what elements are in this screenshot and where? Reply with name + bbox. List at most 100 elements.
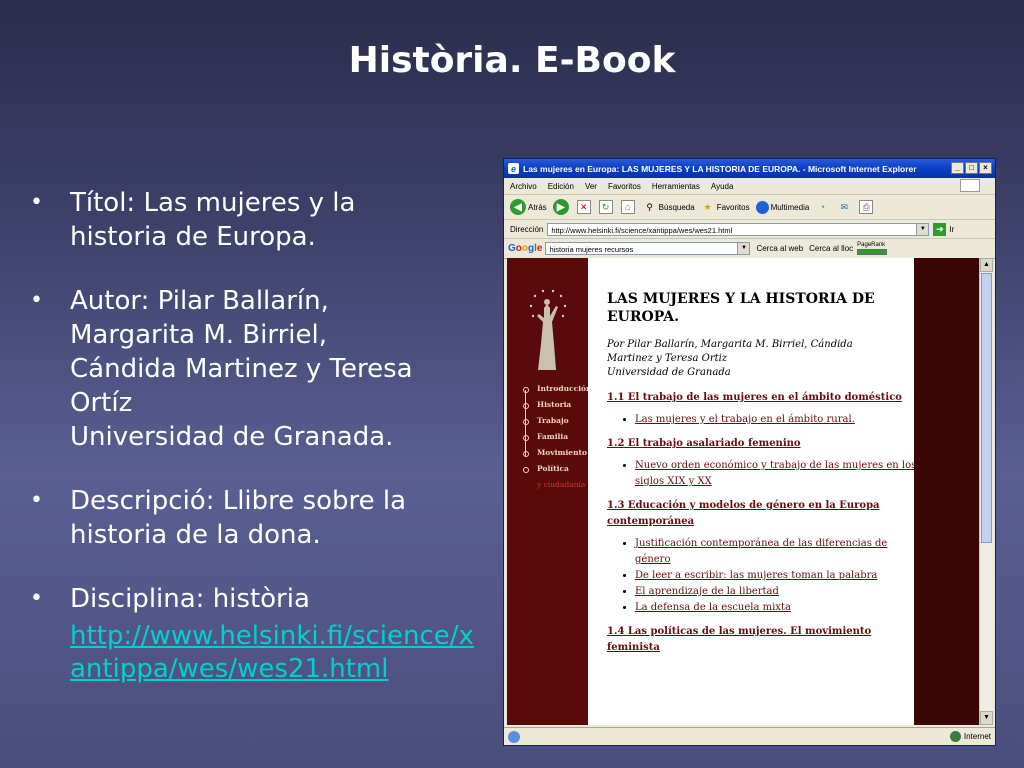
section-link[interactable]: 1.2 El trabajo asalariado femenino — [607, 436, 914, 452]
close-button[interactable]: × — [979, 162, 992, 174]
section-link[interactable]: 1.3 Educación y modelos de género en la … — [607, 498, 907, 530]
window-title: Las mujeres en Europa: LAS MUJERES Y LA … — [523, 163, 917, 174]
back-label: Atrás — [528, 202, 547, 212]
back-button[interactable]: ◀ Atrás — [510, 199, 547, 215]
statue-emblem-icon — [529, 289, 567, 370]
site-sidebar-nav: Introducción Historia Trabajo Familia Mo… — [521, 384, 592, 489]
section-items: Las mujeres y el trabajo en el ámbito ru… — [607, 412, 914, 428]
document-body: LAS MUJERES Y LA HISTORIA DE EUROPA. Por… — [588, 258, 917, 725]
chevron-down-icon[interactable]: ▼ — [737, 243, 750, 254]
search-label: Búsqueda — [658, 202, 695, 212]
article-link[interactable]: El aprendizaje de la libertad — [635, 584, 914, 600]
scroll-down-icon[interactable]: ▼ — [980, 711, 993, 725]
globe-icon — [949, 731, 961, 742]
article-link[interactable]: Justificación contemporánea de las difer… — [635, 536, 917, 568]
search-web-button[interactable]: Cerca al web — [756, 244, 803, 253]
address-bar: Dirección http://www.helsinki.fi/science… — [504, 220, 995, 239]
refresh-button[interactable]: ↻ — [598, 200, 615, 214]
menu-ayuda[interactable]: Ayuda — [711, 182, 734, 191]
favorites-label: Favoritos — [716, 202, 750, 212]
nav-familia[interactable]: Familia — [521, 432, 592, 448]
mail-button[interactable]: ✉ — [837, 200, 853, 214]
search-site-button[interactable]: Cerca al lloc — [809, 244, 853, 253]
bullet-description: • Descripció: Llibre sobre la historia d… — [28, 484, 478, 552]
google-logo[interactable]: Google — [508, 243, 542, 254]
bullet-line: Descripció: Llibre sobre la — [70, 486, 407, 516]
bullet-line: Autor: Pilar Ballarín, — [70, 286, 329, 316]
source-url-link[interactable]: http://www.helsinki.fi/science/xantippa/… — [28, 620, 480, 686]
search-web-label: Cerca al web — [756, 244, 804, 253]
vertical-scrollbar[interactable]: ▲ ▼ — [979, 258, 993, 725]
byline-line: Por Pilar Ballarín, Margarita M. Birriel… — [607, 339, 853, 350]
go-button[interactable]: ➔ Ir — [933, 222, 955, 236]
zone-label: Internet — [963, 732, 991, 741]
stop-icon: ✕ — [576, 200, 591, 214]
star-icon: ★ — [703, 201, 712, 212]
chevron-down-icon[interactable]: ▼ — [916, 223, 929, 235]
minimize-button[interactable]: _ — [951, 162, 964, 174]
scroll-thumb[interactable] — [981, 273, 992, 543]
bullet-line: Ortíz — [70, 388, 133, 418]
nav-introduccion[interactable]: Introducción — [521, 384, 592, 400]
right-margin-panel — [914, 258, 980, 725]
section-items: Justificación contemporánea de las difer… — [607, 536, 914, 616]
stop-button[interactable]: ✕ — [576, 200, 593, 214]
article-link[interactable]: De leer a escribir: las mujeres toman la… — [635, 568, 914, 584]
media-icon — [755, 200, 769, 214]
home-button[interactable]: ⌂ — [620, 200, 637, 214]
bullet-line: Títol: Las mujeres y la — [70, 188, 356, 218]
slide-title: Història. E-Book — [348, 40, 676, 81]
forward-button[interactable]: ▶ — [552, 199, 571, 215]
go-arrow-icon: ➔ — [933, 222, 947, 236]
multimedia-label: Multimedia — [770, 202, 810, 212]
history-button[interactable]: ◔ — [815, 200, 831, 214]
nav-ciudadania[interactable]: y ciudadanía — [521, 480, 592, 489]
search-button[interactable]: ⚲ Búsqueda — [643, 200, 695, 214]
page-status-icon — [508, 730, 520, 743]
mail-icon: ✉ — [840, 201, 849, 212]
ie-icon: e — [508, 163, 519, 174]
multimedia-button[interactable]: Multimedia — [755, 200, 810, 214]
nav-trabajo[interactable]: Trabajo — [521, 416, 592, 432]
home-icon: ⌂ — [620, 200, 635, 214]
page-content: Introducción Historia Trabajo Familia Mo… — [507, 258, 980, 725]
article-link[interactable]: La defensa de la escuela mixta — [635, 600, 914, 616]
bullet-discipline: • Disciplina: història — [28, 582, 478, 616]
pagerank-bar — [857, 249, 888, 255]
bullet-line: historia de la dona. — [70, 520, 321, 550]
address-input[interactable]: http://www.helsinki.fi/science/xantippa/… — [547, 222, 930, 236]
print-button[interactable]: ⎙ — [859, 200, 875, 214]
go-label: Ir — [949, 224, 955, 234]
forward-arrow-icon: ▶ — [552, 199, 569, 215]
section-link[interactable]: 1.4 Las políticas de las mujeres. El mov… — [607, 624, 907, 656]
nav-movimiento[interactable]: Movimiento — [521, 448, 592, 464]
pagerank-label: PageRank — [857, 242, 886, 248]
article-link[interactable]: Nuevo orden económico y trabajo de las m… — [635, 458, 917, 490]
security-zone: Internet — [949, 731, 991, 742]
maximize-button[interactable]: □ — [965, 162, 978, 174]
nav-historia[interactable]: Historia — [521, 400, 592, 416]
search-site-label: Cerca al lloc — [809, 244, 854, 253]
pagerank-indicator: PageRank — [857, 242, 888, 255]
document-byline: Por Pilar Ballarín, Margarita M. Birriel… — [607, 338, 914, 380]
google-toolbar: Google historia mujeres recursos ▼ Cerca… — [504, 239, 995, 259]
history-icon: ◔ — [819, 202, 826, 212]
standard-toolbar: ◀ Atrás ▶ ✕ ↻ ⌂ ⚲ Búsqueda ★ Favoritos M… — [504, 195, 995, 220]
favorites-button[interactable]: ★ Favoritos — [701, 200, 750, 214]
refresh-icon: ↻ — [598, 200, 613, 214]
menu-archivo[interactable]: Archivo — [510, 182, 537, 191]
browser-window: e Las mujeres en Europa: LAS MUJERES Y L… — [503, 158, 996, 746]
section-link[interactable]: 1.1 El trabajo de las mujeres en el ámbi… — [607, 390, 914, 406]
menu-edicion[interactable]: Edición — [548, 182, 574, 191]
bullet-glyph: • — [30, 190, 43, 215]
menu-favoritos[interactable]: Favoritos — [608, 182, 641, 191]
windows-flag-icon — [960, 179, 980, 192]
article-link[interactable]: Las mujeres y el trabajo en el ámbito ru… — [635, 412, 914, 428]
menu-herramientas[interactable]: Herramientas — [652, 182, 700, 191]
google-search-input[interactable]: historia mujeres recursos ▼ — [545, 242, 751, 255]
bullet-line: Disciplina: història — [70, 584, 310, 614]
nav-politica[interactable]: Política — [521, 464, 592, 480]
menu-ver[interactable]: Ver — [585, 182, 597, 191]
search-icon: ⚲ — [646, 201, 653, 212]
scroll-up-icon[interactable]: ▲ — [980, 258, 993, 272]
